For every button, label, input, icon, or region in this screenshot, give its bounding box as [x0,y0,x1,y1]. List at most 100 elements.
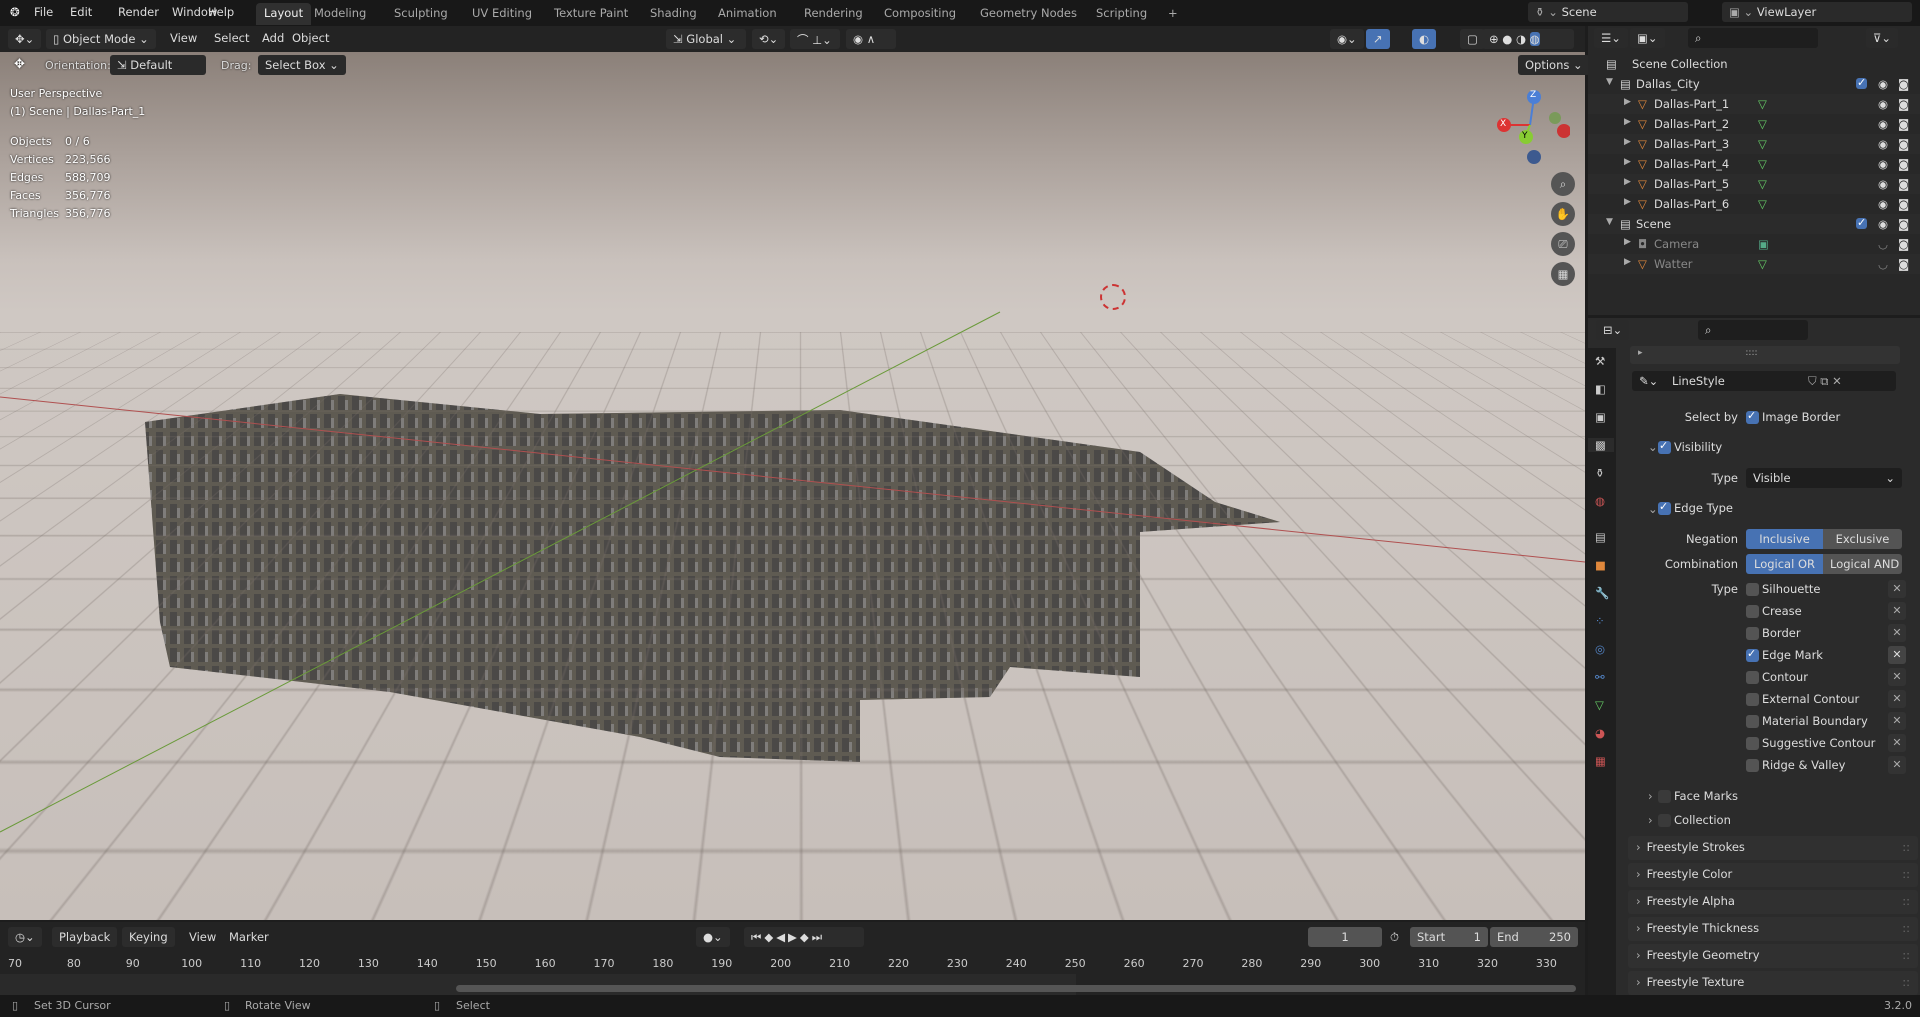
camera-render-icon[interactable]: ◙ [1898,77,1909,91]
modifier-icon[interactable]: 🔧 [1595,586,1609,600]
view-layer-selector[interactable]: ▣ ⌄ ViewLayer [1722,2,1912,22]
constraints-icon[interactable]: ⚯ [1595,670,1605,684]
panel-freestyle-geometry[interactable]: › Freestyle Geometry:: [1628,944,1918,968]
edge-type-checkbox-silhouette[interactable] [1746,583,1759,596]
drag-handle-icon[interactable]: :: [1902,921,1910,935]
proportional-edit-icon[interactable]: ◉ ∧ [846,29,896,49]
exclusive-button[interactable]: Exclusive [1823,529,1902,549]
view-layer-icon[interactable]: ▩ [1588,438,1614,452]
material-icon[interactable]: ◕ [1595,726,1605,740]
options-dropdown[interactable]: Options ⌄ [1518,55,1590,75]
collapsed-panel-handle[interactable]: ▸ :::: [1630,346,1900,364]
edge-type-checkbox-external-contour[interactable] [1746,693,1759,706]
edge-type-checkbox-crease[interactable] [1746,605,1759,618]
edge-type-checkbox-edge-mark[interactable] [1746,647,1759,662]
pan-hand-icon[interactable]: ✋ [1551,202,1575,226]
expand-arrow-icon[interactable]: ▶ [1624,237,1631,247]
properties-search-input[interactable]: ⌕ [1698,320,1808,340]
outliner-row[interactable]: ▶ ▽ Dallas-Part_5 ▽ ◉ ◙ [1588,174,1920,194]
drag-handle-icon[interactable]: :: [1902,975,1910,989]
subpanel-label[interactable]: Collection [1674,813,1731,827]
3d-viewport[interactable] [0,52,1585,920]
eye-closed-icon[interactable]: ◡ [1878,257,1888,271]
blender-logo-icon[interactable]: ❂ [10,5,20,19]
scene-icon[interactable]: ⚱ [1595,466,1605,480]
transform-orientation-dropdown[interactable]: ⇲ Global ⌄ [666,29,746,49]
header-menu-view[interactable]: View [170,31,197,45]
edge-type-checkbox-contour[interactable] [1746,671,1759,684]
panel-freestyle-strokes[interactable]: › Freestyle Strokes:: [1628,836,1918,860]
texture-icon[interactable]: ▦ [1595,754,1606,768]
move-tool-icon[interactable]: ✥ [14,57,25,72]
visibility-checkbox[interactable] [1658,439,1671,454]
expand-arrow-icon[interactable]: ▶ [1624,97,1631,107]
subpanel-checkbox[interactable] [1658,814,1671,827]
snap-icon[interactable]: ⌒ ⊥⌄ [790,29,840,49]
exclude-toggle-icon[interactable]: ✕ [1888,624,1906,642]
exclude-toggle-icon[interactable]: ✕ [1888,646,1906,664]
camera-view-icon[interactable]: ⎚ [1551,232,1575,256]
output-icon[interactable]: ▣ [1595,410,1606,424]
tab-shading[interactable]: Shading [642,3,705,25]
chevron-right-icon[interactable]: › [1648,813,1653,827]
header-menu-add[interactable]: Add [262,31,284,45]
panel-freestyle-texture[interactable]: › Freestyle Texture:: [1628,971,1918,995]
drag-handle-icon[interactable]: :: [1902,894,1910,908]
outliner-row[interactable]: ▼ ▤ Dallas_City ◉ ◙ [1588,74,1920,94]
camera-render-icon[interactable]: ◙ [1898,177,1909,191]
inclusive-button[interactable]: Inclusive [1746,529,1823,549]
grid-view-icon[interactable]: ▦ [1551,262,1575,286]
edge-type-checkbox-suggestive-contour[interactable] [1746,737,1759,750]
filter-icon[interactable]: ⊽⌄ [1866,28,1899,48]
subpanel-label[interactable]: Face Marks [1674,789,1738,803]
expand-arrow-icon[interactable]: ▼ [1606,217,1613,227]
exclude-toggle-icon[interactable]: ✕ [1888,668,1906,686]
edge-type-checkbox[interactable] [1658,500,1671,515]
eye-icon[interactable]: ◉ [1878,177,1888,191]
current-frame-field[interactable]: 1 [1308,927,1382,947]
fake-user-icon[interactable]: ⛉ ⧉ ✕ [1808,374,1842,389]
mode-dropdown[interactable]: ▯ Object Mode ⌄ [46,29,156,49]
properties-editor-type-icon[interactable]: ⊟⌄ [1596,320,1630,340]
panel-freestyle-thickness[interactable]: › Freestyle Thickness:: [1628,917,1918,941]
eye-icon[interactable]: ◉ [1878,197,1888,211]
outliner-search-input[interactable]: ⌕ [1688,28,1818,48]
timeline-menu-keying[interactable]: Keying [122,927,175,947]
drag-dropdown[interactable]: Select Box ⌄ [258,55,346,75]
header-menu-select[interactable]: Select [214,31,249,45]
drag-handle-icon[interactable]: :: [1902,867,1910,881]
expand-arrow-icon[interactable]: ▶ [1624,137,1631,147]
tab-layout[interactable]: Layout [256,3,312,25]
scene-selector[interactable]: ⚱ ⌄ Scene [1528,2,1688,22]
camera-render-icon[interactable]: ◙ [1898,117,1909,131]
menu-edit[interactable]: Edit [70,5,92,19]
drag-handle-icon[interactable]: :: [1902,840,1910,854]
playback-controls[interactable]: ⏮◆◀▶◆⏭ [744,927,864,947]
chevron-down-icon[interactable]: ⌄ [1648,440,1658,454]
eye-icon[interactable]: ◉ [1878,157,1888,171]
render-icon[interactable]: ◧ [1595,382,1606,396]
overlay-toggle-icon[interactable]: ◐ [1412,29,1437,49]
physics-icon[interactable]: ◎ [1595,642,1605,656]
start-frame-field[interactable]: Start 1 [1410,927,1488,947]
edge-type-panel-label[interactable]: Edge Type [1674,501,1733,515]
eye-icon[interactable]: ◉ [1878,77,1888,91]
camera-render-icon[interactable]: ◙ [1898,257,1909,271]
eye-closed-icon[interactable]: ◡ [1878,237,1888,251]
tab-add[interactable]: + [1160,3,1186,25]
expand-arrow-icon[interactable]: ▶ [1624,197,1631,207]
tool-icon[interactable]: ⚒ [1595,354,1605,368]
tab-animation[interactable]: Animation [710,3,785,25]
menu-file[interactable]: File [34,5,53,19]
timeline-menu-playback[interactable]: Playback [52,927,118,947]
scene-collection-row[interactable]: ▤ Scene Collection [1588,54,1920,74]
edge-type-checkbox-ridge-valley[interactable] [1746,759,1759,772]
world-icon[interactable]: ◍ [1595,494,1605,508]
visibility-icon[interactable]: ◉⌄ [1330,29,1364,49]
subpanel-checkbox[interactable] [1658,790,1671,803]
exclude-checkbox[interactable] [1856,216,1867,229]
camera-render-icon[interactable]: ◙ [1898,237,1909,251]
stopwatch-icon[interactable]: ⏱ [1390,930,1399,945]
outliner-row[interactable]: ▶ ▽ Watter ▽ ◡ ◙ [1588,254,1920,274]
outliner-row[interactable]: ▼ ▤ Scene ◉ ◙ [1588,214,1920,234]
